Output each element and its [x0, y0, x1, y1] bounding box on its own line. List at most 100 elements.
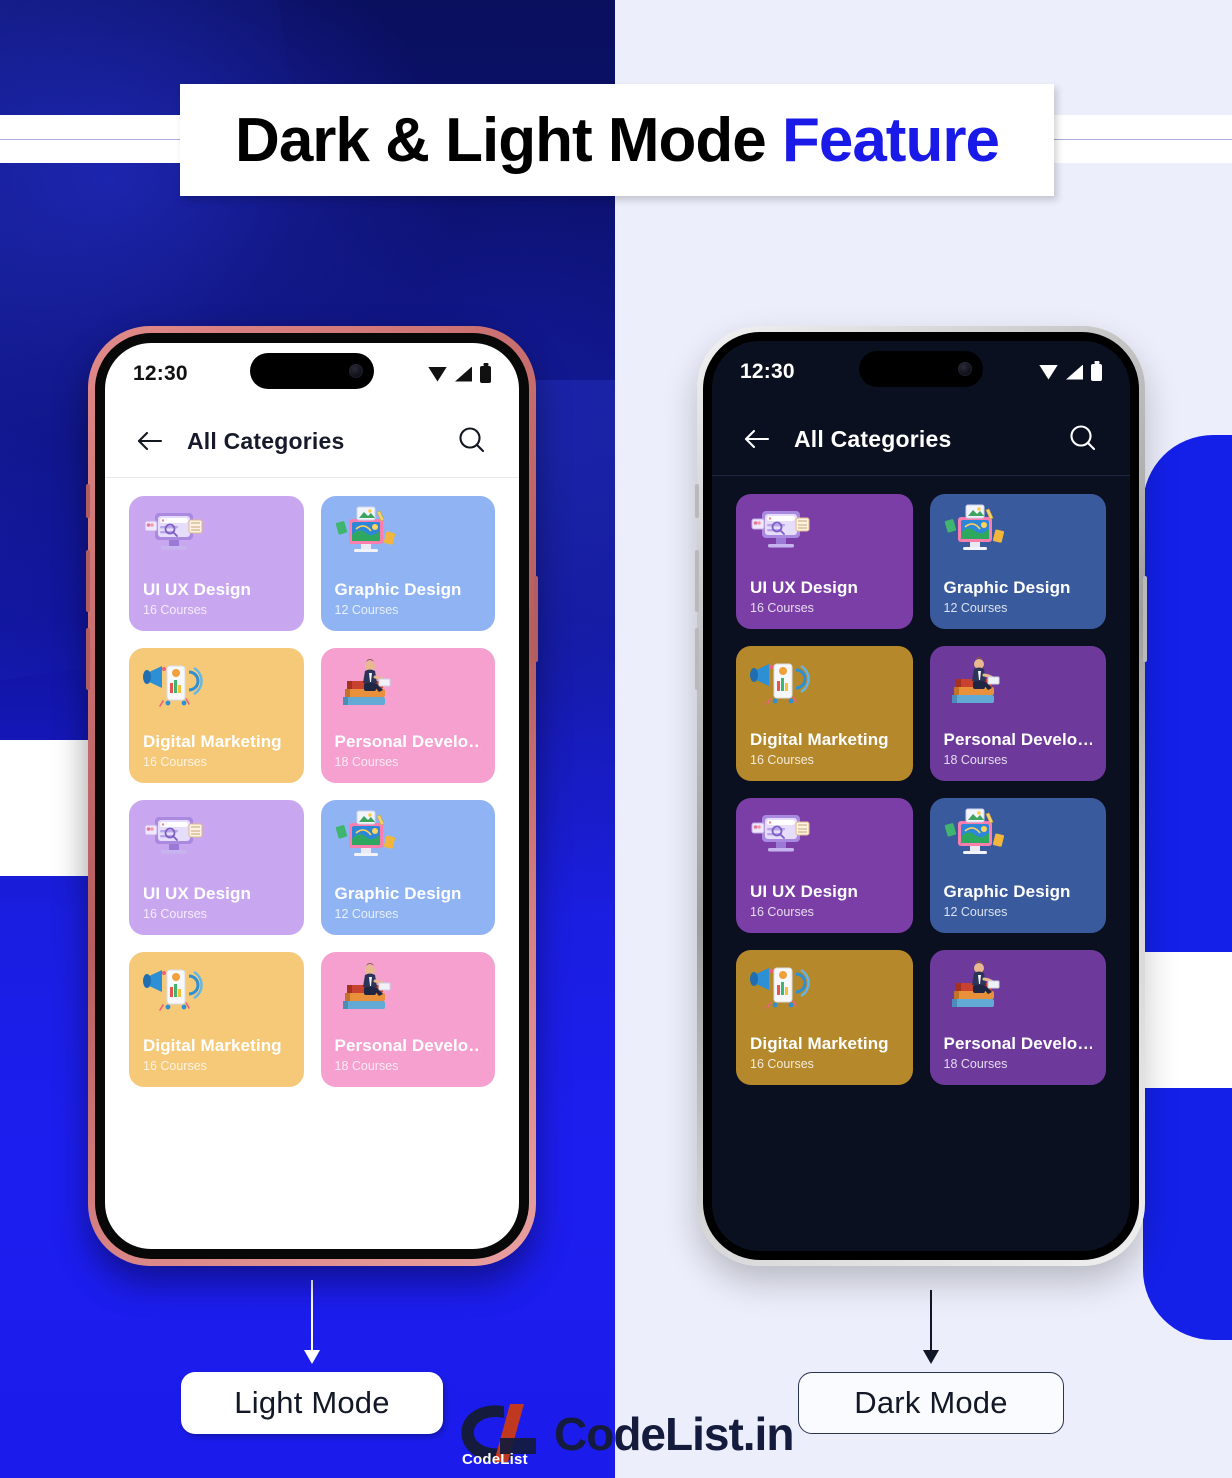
blue-decorative-panel — [1143, 435, 1232, 1340]
category-card-course-count: 12 Courses — [334, 603, 399, 618]
category-card-course-count: 18 Courses — [334, 1059, 399, 1074]
status-clock: 12:30 — [133, 362, 188, 385]
dynamic-island — [859, 351, 983, 387]
dark-mode-screen: 12:30 All Categories UI UX Design 16 Cou… — [712, 341, 1130, 1251]
app-bar: All Categories — [712, 403, 1130, 475]
category-card-title: UI UX Design — [750, 578, 858, 597]
category-card-title: Graphic Design — [334, 884, 462, 903]
wifi-icon — [1039, 364, 1058, 380]
category-card-course-count: 16 Courses — [750, 753, 814, 768]
title-accent-text: Feature — [781, 105, 1000, 175]
category-card[interactable]: Personal Develo… 18 Courses — [320, 952, 495, 1087]
person-on-books-illustration — [335, 961, 397, 1017]
signal-icon — [1066, 364, 1083, 380]
page-title: Dark & Light Mode Feature — [235, 105, 1000, 176]
status-bar: 12:30 — [105, 343, 519, 405]
category-card[interactable]: UI UX Design 16 Courses — [736, 494, 913, 629]
phone-volume-down-button[interactable] — [86, 628, 90, 690]
phone-mute-switch[interactable] — [695, 484, 699, 518]
signal-icon — [455, 366, 472, 382]
category-card-course-count: 16 Courses — [750, 601, 814, 616]
status-icons — [1039, 363, 1102, 381]
graphic-design-monitor-illustration — [335, 505, 397, 561]
status-icons — [428, 365, 491, 383]
category-card-title: Personal Develo… — [334, 732, 482, 751]
light-mode-screen: 12:30 All Categories UI UX Design 16 Cou… — [105, 343, 519, 1249]
category-card[interactable]: UI UX Design 16 Courses — [129, 496, 304, 631]
white-band-right — [1143, 952, 1232, 1088]
category-card-course-count: 12 Courses — [334, 907, 399, 922]
megaphone-phone-illustration — [750, 655, 812, 711]
arrow-head — [304, 1350, 320, 1364]
dark-mode-callout: Dark Mode — [798, 1372, 1064, 1434]
category-card-course-count: 16 Courses — [750, 905, 814, 920]
category-card[interactable]: Digital Marketing 16 Courses — [129, 648, 304, 783]
person-on-books-illustration — [335, 657, 397, 713]
category-card-title: Digital Marketing — [143, 732, 282, 751]
category-card[interactable]: UI UX Design 16 Courses — [129, 800, 304, 935]
graphic-design-monitor-illustration — [335, 809, 397, 865]
app-bar: All Categories — [105, 405, 519, 477]
phone-power-button[interactable] — [1143, 576, 1147, 662]
megaphone-phone-illustration — [143, 657, 205, 713]
category-card-title: Personal Develo… — [943, 1034, 1093, 1053]
category-card-title: Graphic Design — [334, 580, 462, 599]
codelist-logo-caption: CodeList — [462, 1451, 528, 1468]
light-mode-phone-mockup: 12:30 All Categories UI UX Design 16 Cou… — [86, 326, 538, 1266]
category-card-course-count: 18 Courses — [943, 753, 1008, 768]
category-card-title: UI UX Design — [143, 884, 251, 903]
category-grid-light: UI UX Design 16 Courses Graphic Design 12 … — [105, 478, 519, 1087]
phone-volume-up-button[interactable] — [86, 550, 90, 612]
person-on-books-illustration — [944, 655, 1006, 711]
battery-icon — [480, 365, 491, 383]
dark-mode-label: Dark Mode — [798, 1372, 1064, 1434]
category-card-course-count: 12 Courses — [943, 905, 1008, 920]
graphic-design-monitor-illustration — [944, 807, 1006, 863]
phone-volume-down-button[interactable] — [695, 628, 699, 690]
front-camera-icon — [349, 364, 363, 378]
back-arrow-icon[interactable] — [135, 426, 165, 456]
category-card[interactable]: Graphic Design 12 Courses — [320, 800, 495, 935]
category-card-title: Digital Marketing — [750, 1034, 889, 1053]
phone-power-button[interactable] — [534, 576, 538, 662]
category-card[interactable]: Personal Develo… 18 Courses — [929, 950, 1106, 1085]
category-card[interactable]: Personal Develo… 18 Courses — [929, 646, 1106, 781]
codelist-watermark: CodeList CodeList.in — [452, 1398, 794, 1470]
status-clock: 12:30 — [740, 360, 795, 383]
category-card-course-count: 16 Courses — [143, 907, 207, 922]
category-card-title: Personal Develo… — [943, 730, 1093, 749]
codelist-logo-icon: CodeList — [452, 1398, 544, 1470]
category-card[interactable]: UI UX Design 16 Courses — [736, 798, 913, 933]
ui-ux-monitor-illustration — [750, 807, 812, 863]
category-card-course-count: 12 Courses — [943, 601, 1008, 616]
category-card-course-count: 16 Courses — [750, 1057, 814, 1072]
battery-icon — [1091, 363, 1102, 381]
category-card[interactable]: Digital Marketing 16 Courses — [129, 952, 304, 1087]
search-icon[interactable] — [455, 424, 489, 458]
category-card[interactable]: Digital Marketing 16 Courses — [736, 950, 913, 1085]
person-on-books-illustration — [944, 959, 1006, 1015]
category-card[interactable]: Personal Develo… 18 Courses — [320, 648, 495, 783]
category-card-title: Digital Marketing — [143, 1036, 282, 1055]
category-card-title: Personal Develo… — [334, 1036, 482, 1055]
app-bar-title: All Categories — [187, 427, 345, 454]
category-card-title: UI UX Design — [143, 580, 251, 599]
megaphone-phone-illustration — [750, 959, 812, 1015]
category-card-title: Digital Marketing — [750, 730, 889, 749]
back-arrow-icon[interactable] — [742, 424, 772, 454]
category-grid-dark: UI UX Design 16 Courses Graphic Design 12 … — [712, 476, 1130, 1085]
title-banner: Dark & Light Mode Feature — [180, 84, 1054, 196]
category-card[interactable]: Graphic Design 12 Courses — [320, 496, 495, 631]
app-bar-title: All Categories — [794, 425, 952, 452]
search-icon[interactable] — [1066, 422, 1100, 456]
category-card[interactable]: Digital Marketing 16 Courses — [736, 646, 913, 781]
arrow-head — [923, 1350, 939, 1364]
category-card-course-count: 16 Courses — [143, 603, 207, 618]
category-card[interactable]: Graphic Design 12 Courses — [929, 798, 1106, 933]
category-card-course-count: 16 Courses — [143, 755, 207, 770]
phone-volume-up-button[interactable] — [695, 550, 699, 612]
category-card[interactable]: Graphic Design 12 Courses — [929, 494, 1106, 629]
phone-mute-switch[interactable] — [86, 484, 90, 518]
arrow-stem — [311, 1280, 313, 1352]
dynamic-island — [250, 353, 374, 389]
